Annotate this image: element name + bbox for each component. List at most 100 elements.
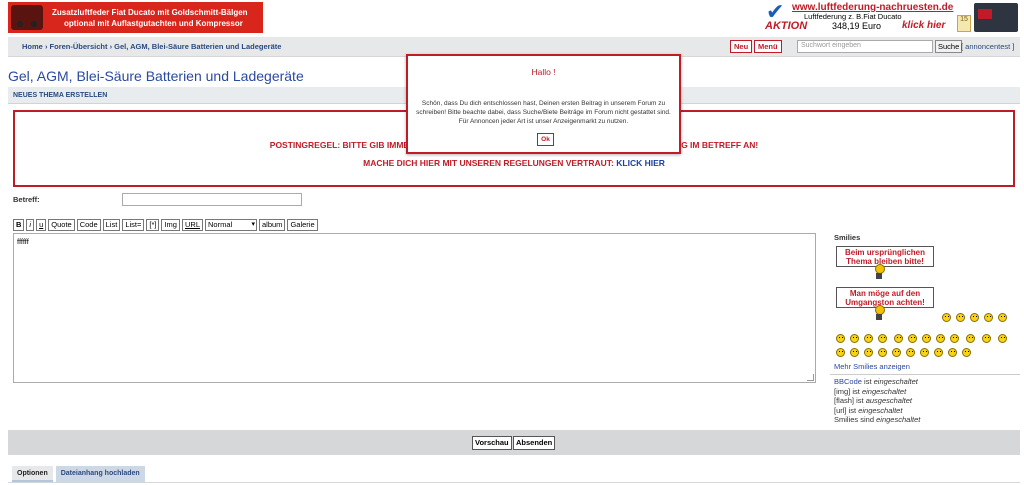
new-button[interactable]: Neu (730, 40, 753, 53)
list-button[interactable]: List (102, 219, 121, 231)
status-name: [url] (834, 405, 847, 415)
smilies-title: Smilies (834, 233, 861, 242)
smiley-icon[interactable] (850, 334, 859, 343)
banner-price: 348,19 Euro (832, 21, 882, 31)
search-button[interactable]: Suche (935, 40, 963, 53)
message-textarea[interactable]: ffffff (13, 233, 816, 383)
status-item: [flash] ist ausgeschaltet (834, 396, 920, 406)
smiley-icon[interactable] (864, 334, 873, 343)
divider (8, 482, 1020, 483)
status-state: eingeschaltet (876, 415, 921, 424)
banner-line-2: optional mit Auflastgutachten und Kompre… (64, 19, 243, 28)
smiley-icon[interactable] (836, 348, 845, 357)
smiley-icon[interactable] (948, 348, 957, 357)
status-item: Smilies sind eingeschaltet (834, 415, 920, 425)
smiley-icon[interactable] (998, 313, 1007, 322)
resize-grip-icon[interactable] (807, 374, 814, 381)
breadcrumb: Home › Foren-Übersicht › Gel, AGM, Blei-… (22, 42, 281, 51)
smiley-icon[interactable] (936, 334, 945, 343)
smiley-icon[interactable] (878, 334, 887, 343)
font-size-select[interactable]: Normal (205, 219, 257, 231)
submit-button[interactable]: Absenden (513, 436, 556, 450)
truck-image (11, 5, 43, 30)
bbcode-toolbar: B i u Quote Code List List= [*] Img URL … (13, 219, 318, 231)
status-item: [url] ist eingeschaltet (834, 406, 920, 416)
smiley-icon[interactable] (998, 334, 1007, 343)
banner-ad-zusatzluftfeder[interactable]: Zusatzluftfeder Fiat Ducato mit Goldschm… (8, 2, 263, 33)
dialog-message: Schön, dass Du dich entschlossen hast, D… (416, 100, 671, 125)
smiley-icon[interactable] (922, 334, 931, 343)
underline-button[interactable]: u (36, 219, 47, 231)
rules-link-line: MACHE DICH HIER MIT UNSEREN REGELUNGEN V… (15, 158, 1013, 168)
ok-button[interactable]: Ok (537, 133, 554, 146)
status-name[interactable]: BBCode (834, 377, 862, 386)
smiley-icon[interactable] (850, 348, 859, 357)
list-item-button[interactable]: [*] (146, 219, 160, 231)
smiley-icon[interactable] (892, 348, 901, 357)
banner-cta[interactable]: klick hier (902, 20, 945, 31)
smiley-icon[interactable] (894, 334, 903, 343)
status-state: eingeschaltet (861, 386, 907, 396)
menu-button[interactable]: Menü (754, 40, 782, 53)
divider (830, 374, 1020, 375)
breadcrumb-current-forum[interactable]: Gel, AGM, Blei-Säure Batterien und Ladeg… (114, 42, 281, 51)
dialog-title: Hallo ! (531, 67, 556, 77)
smiley-icon[interactable] (942, 313, 951, 322)
tab-attachment-upload[interactable]: Dateianhang hochladen (55, 466, 145, 482)
italic-button[interactable]: i (26, 219, 35, 231)
smiley-icon[interactable] (920, 348, 929, 357)
status-item: [img] ist eingeschaltet (834, 387, 920, 397)
smiley-icon[interactable] (956, 313, 965, 322)
smiley-icon[interactable] (950, 334, 959, 343)
status-item: BBCode ist eingeschaltet (834, 377, 920, 387)
smiley-icon[interactable] (984, 313, 993, 322)
more-smilies-link[interactable]: Mehr Smilies anzeigen (834, 362, 910, 371)
smiley-icon[interactable] (970, 313, 979, 322)
banner-line-1: Zusatzluftfeder Fiat Ducato mit Goldschm… (52, 8, 248, 17)
search-extra-link[interactable]: annoncentest (965, 42, 1010, 51)
smiley-icon[interactable] (962, 348, 971, 357)
smiley-icon[interactable] (966, 334, 975, 343)
smiley-icon[interactable] (906, 348, 915, 357)
breadcrumb-forum-overview[interactable]: Foren-Übersicht (50, 42, 108, 51)
smiley-icon[interactable] (864, 348, 873, 357)
search-input[interactable]: Suchwort eingeben (797, 40, 933, 53)
badge-seal: 15 (957, 15, 971, 32)
subject-label: Betreff: (13, 195, 40, 204)
status-verb: ist (856, 396, 864, 405)
smiley-icon[interactable] (908, 334, 917, 343)
ordered-list-button[interactable]: List= (122, 219, 145, 231)
img-button[interactable]: Img (161, 219, 180, 231)
sign-holder-smiley-icon[interactable] (872, 305, 886, 321)
smiley-icon[interactable] (836, 334, 845, 343)
tab-options[interactable]: Optionen (12, 466, 53, 482)
smiley-icon[interactable] (878, 348, 887, 357)
status-name: Smilies (834, 415, 859, 424)
url-button[interactable]: URL (181, 219, 203, 231)
album-button[interactable]: album (259, 219, 286, 231)
rules-link-prefix: MACHE DICH HIER MIT UNSEREN REGELUNGEN V… (363, 158, 614, 168)
breadcrumb-separator: › (109, 42, 113, 51)
preview-button[interactable]: Vorschau (472, 436, 512, 450)
bold-button[interactable]: B (13, 219, 25, 231)
gallery-button[interactable]: Galerie (287, 219, 318, 231)
status-verb: ist (864, 377, 872, 386)
status-verb: sind (860, 415, 875, 424)
status-state: eingeschaltet (858, 405, 903, 415)
smiley-icon[interactable] (934, 348, 943, 357)
banner-ad-luftfederung[interactable]: ✔ www.luftfederung-nachruesten.de Luftfe… (762, 1, 1020, 34)
quote-button[interactable]: Quote (48, 219, 75, 231)
section-header-label: NEUES THEMA ERSTELLEN (13, 92, 108, 99)
page-title[interactable]: Gel, AGM, Blei-Säure Batterien und Ladeg… (8, 68, 304, 84)
status-state: eingeschaltet (873, 377, 918, 386)
subject-input[interactable] (122, 193, 302, 206)
smiley-icon[interactable] (982, 334, 991, 343)
code-button[interactable]: Code (76, 219, 101, 231)
rules-link[interactable]: KLICK HIER (616, 158, 665, 168)
search-extra: [ annoncentest ] (961, 42, 1015, 51)
submit-bar: Vorschau Absenden (8, 430, 1020, 455)
breadcrumb-home[interactable]: Home (22, 42, 43, 51)
sign-holder-smiley-icon[interactable] (872, 264, 886, 280)
status-name: [img] (834, 386, 851, 396)
status-name: [flash] (834, 396, 855, 405)
